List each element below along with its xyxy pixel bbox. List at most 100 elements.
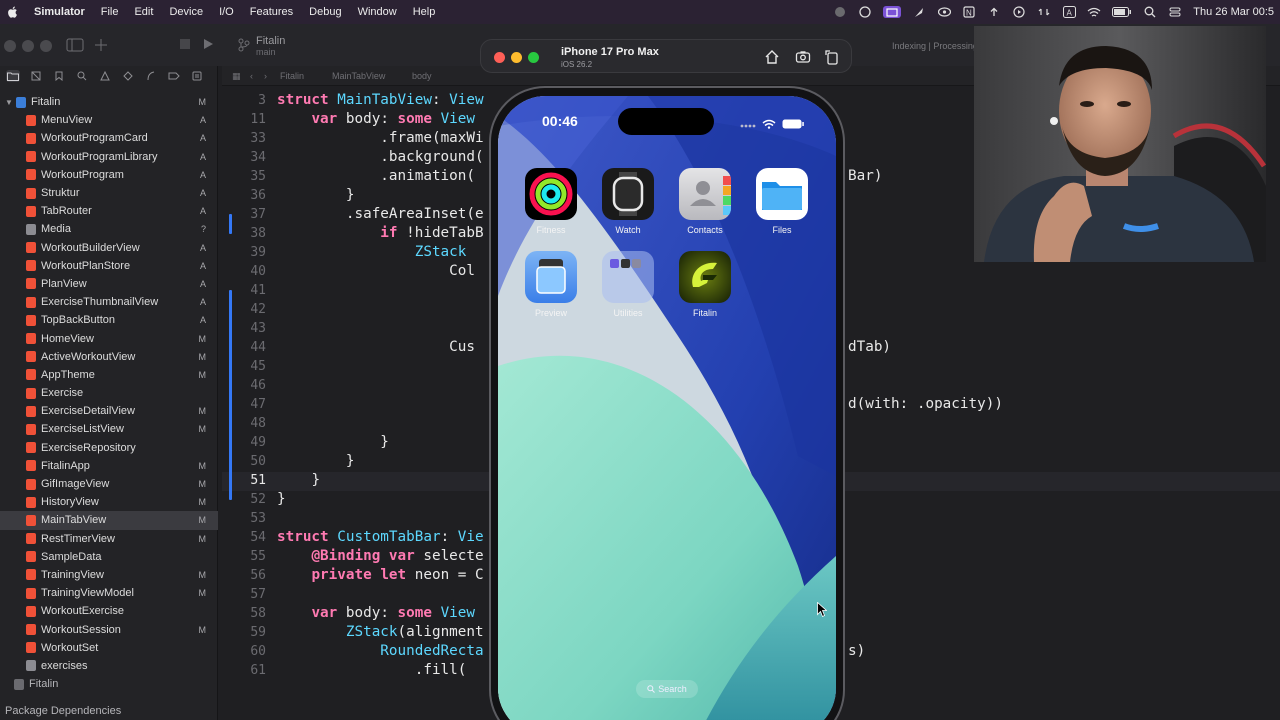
keyboard-input-icon[interactable]: A [1062, 6, 1076, 18]
search-icon[interactable] [1143, 6, 1157, 18]
app-preview[interactable]: Preview [524, 251, 578, 318]
jumpbar-symbol[interactable]: body [412, 71, 432, 81]
test-icon[interactable] [121, 70, 135, 82]
menu-clock[interactable]: Thu 26 Mar 00:5 [1193, 6, 1274, 18]
menu-edit[interactable]: Edit [134, 6, 153, 18]
file-row[interactable]: TopBackButton A [0, 311, 218, 329]
project-title[interactable]: Fitalin [256, 35, 285, 47]
disclosure-triangle-icon[interactable]: ▼ [5, 98, 13, 107]
source-control-icon[interactable] [29, 70, 43, 82]
add-target-icon[interactable] [94, 38, 110, 52]
file-row[interactable]: WorkoutProgramLibrary A [0, 148, 218, 166]
stop-button-icon[interactable] [179, 38, 195, 52]
zoom-window-button[interactable] [40, 40, 52, 52]
file-row[interactable]: Media? [0, 220, 218, 238]
file-row[interactable]: WorkoutSession M [0, 620, 218, 638]
line-number[interactable]: 53 [222, 511, 266, 526]
line-number[interactable]: 59 [222, 625, 266, 640]
minimize-window-button[interactable] [22, 40, 34, 52]
wifi-icon[interactable] [1087, 6, 1101, 18]
branch-name[interactable]: main [256, 47, 276, 57]
file-row[interactable]: ExerciseThumbnailView A [0, 293, 218, 311]
file-row[interactable]: Exercise [0, 384, 218, 402]
breakpoint-icon[interactable] [167, 70, 181, 82]
file-row[interactable]: TrainingViewModel M [0, 584, 218, 602]
battery-icon[interactable] [1112, 6, 1132, 18]
sidebar-toggle-icon[interactable] [66, 38, 84, 52]
bookmark-icon[interactable] [52, 70, 66, 82]
file-row[interactable]: FitalinApp M [0, 457, 218, 475]
line-number[interactable]: 3 [222, 93, 266, 108]
upload-icon[interactable] [987, 6, 1001, 18]
spotlight-search-button[interactable]: Search [636, 680, 698, 698]
file-row[interactable]: MenuView A [0, 111, 218, 129]
back-icon[interactable]: ‹ [250, 71, 253, 81]
file-row[interactable]: WorkoutProgramCard A [0, 129, 218, 147]
sim-zoom-button[interactable] [528, 52, 539, 63]
file-row[interactable]: TrainingView M [0, 566, 218, 584]
file-row[interactable]: HistoryView M [0, 493, 218, 511]
menu-help[interactable]: Help [413, 6, 436, 18]
file-row[interactable]: HomeView M [0, 329, 218, 347]
file-row[interactable]: ExerciseListView M [0, 420, 218, 438]
file-row[interactable]: WorkoutBuilderView A [0, 239, 218, 257]
feather-icon[interactable] [912, 6, 926, 18]
line-number[interactable]: 40 [222, 264, 266, 279]
file-row[interactable]: SampleData [0, 548, 218, 566]
grid-icon[interactable]: ▦ [232, 71, 241, 82]
line-number[interactable]: 58 [222, 606, 266, 621]
record-dot-icon[interactable] [833, 6, 847, 18]
find-icon[interactable] [75, 70, 89, 82]
menu-file[interactable]: File [101, 6, 119, 18]
line-number[interactable]: 34 [222, 150, 266, 165]
line-number[interactable]: 39 [222, 245, 266, 260]
line-number[interactable]: 35 [222, 169, 266, 184]
eye-icon[interactable] [937, 6, 951, 18]
apple-logo-icon[interactable] [6, 5, 20, 19]
line-number[interactable]: 11 [222, 112, 266, 127]
project-root-row[interactable]: ▼ Fitalin M [0, 93, 218, 111]
stage-manager-icon[interactable] [883, 6, 902, 18]
home-button-icon[interactable] [764, 49, 780, 65]
close-window-button[interactable] [4, 40, 16, 52]
line-number[interactable]: 60 [222, 644, 266, 659]
run-button-icon[interactable] [202, 38, 218, 52]
screenshot-icon[interactable] [795, 49, 811, 65]
file-row[interactable]: Struktur A [0, 184, 218, 202]
app-fitalin[interactable]: Fitalin [678, 251, 732, 318]
file-row[interactable]: GifImageView M [0, 475, 218, 493]
file-row[interactable]: WorkoutSet [0, 639, 218, 657]
play-icon[interactable] [1012, 6, 1026, 18]
file-row[interactable]: exercises [0, 657, 218, 675]
jumpbar-project[interactable]: Fitalin [280, 71, 304, 81]
iphone-screen[interactable]: 00:46 Fitness Watch Contacts Files Previ… [498, 96, 836, 720]
folder-icon[interactable] [6, 70, 20, 82]
app-fitness[interactable]: Fitness [524, 168, 578, 235]
app-contacts[interactable]: Contacts [678, 168, 732, 235]
file-row[interactable]: ExerciseRepository [0, 439, 218, 457]
menu-io[interactable]: I/O [219, 6, 234, 18]
file-row[interactable]: AppTheme M [0, 366, 218, 384]
debug-icon[interactable] [144, 70, 158, 82]
file-row[interactable]: RestTimerView M [0, 530, 218, 548]
app-utilities[interactable]: Utilities [601, 251, 655, 318]
sync-icon[interactable] [1037, 6, 1051, 18]
issue-icon[interactable] [98, 70, 112, 82]
line-number[interactable]: 36 [222, 188, 266, 203]
notion-icon[interactable]: N [962, 6, 976, 18]
package-dependencies-label[interactable]: Package Dependencies [5, 705, 121, 717]
file-row[interactable]: PlanView A [0, 275, 218, 293]
menu-app-name[interactable]: Simulator [34, 6, 85, 18]
line-number[interactable]: 33 [222, 131, 266, 146]
line-number[interactable]: 56 [222, 568, 266, 583]
file-row[interactable]: TabRouter A [0, 202, 218, 220]
line-number[interactable]: 54 [222, 530, 266, 545]
line-number[interactable]: 61 [222, 663, 266, 678]
report-icon[interactable] [190, 70, 204, 82]
menu-window[interactable]: Window [358, 6, 397, 18]
menu-features[interactable]: Features [250, 6, 293, 18]
sim-close-button[interactable] [494, 52, 505, 63]
file-row[interactable]: WorkoutPlanStore A [0, 257, 218, 275]
control-center-icon[interactable] [1168, 6, 1182, 18]
file-row[interactable]: WorkoutExercise [0, 602, 218, 620]
